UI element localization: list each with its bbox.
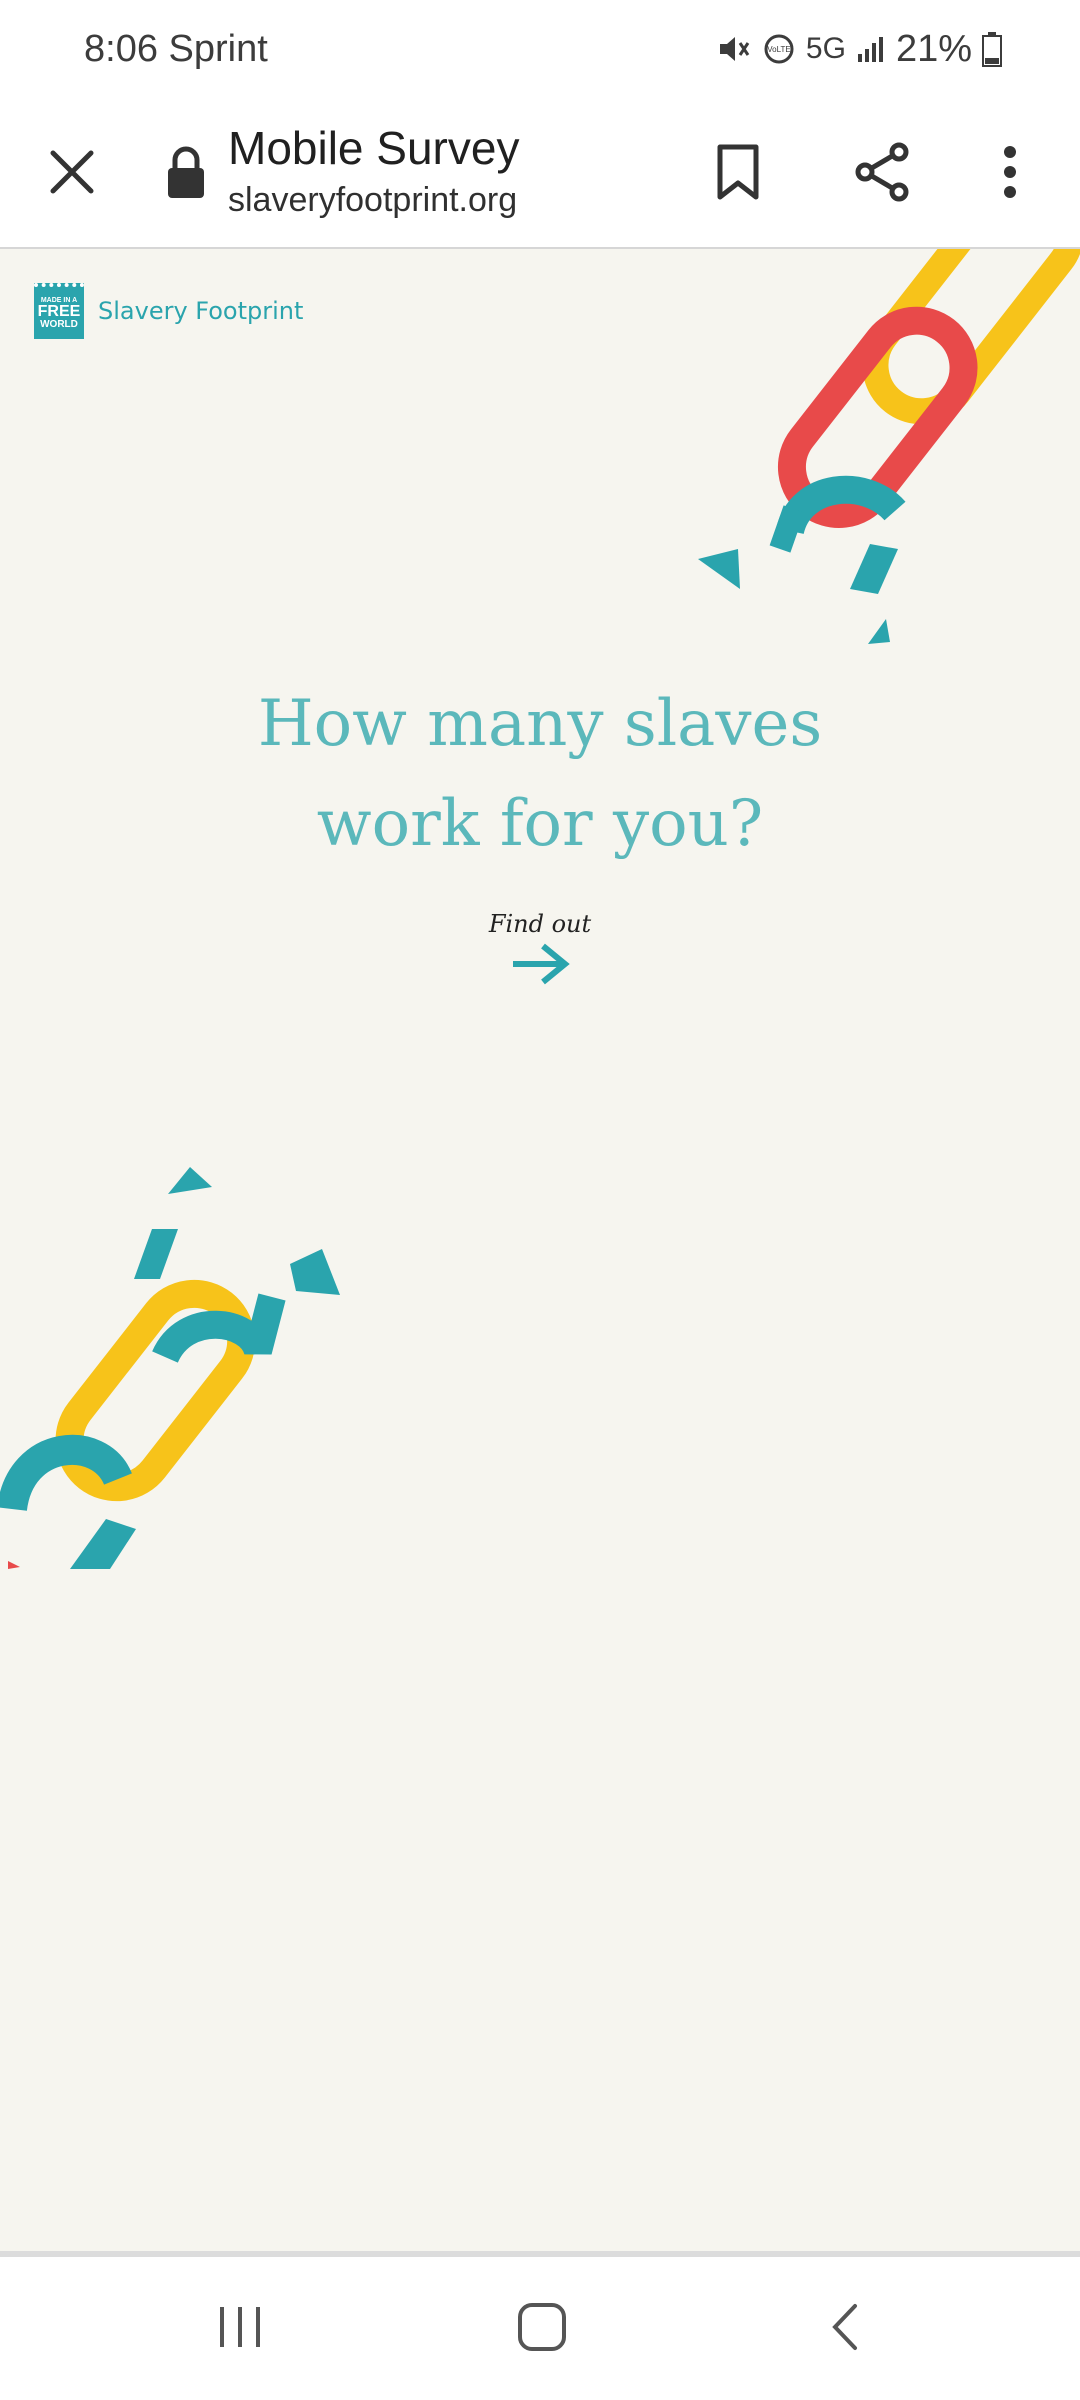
battery-icon [982,32,1002,67]
status-bar: 8:06 Sprint VoLTE 5G 21% [0,0,1080,105]
headline: How many slaves work for you? [190,674,890,874]
arrow-right-icon [512,943,570,985]
broken-chain-illustration-top [698,249,1080,644]
home-button[interactable] [492,2287,592,2367]
network-type: 5G [805,32,846,65]
status-indicators: VoLTE 5G 21% [716,24,1002,74]
more-vert-icon [1004,146,1016,198]
battery-percent: 21% [895,27,972,70]
share-button[interactable] [842,132,922,212]
find-out-button[interactable]: Find out [489,910,591,986]
browser-toolbar: Mobile Survey slaveryfootprint.org [0,105,1080,249]
lock-icon [168,146,204,198]
find-out-label: Find out [488,910,592,938]
badge-line-2: FREE [37,302,81,320]
back-button[interactable] [795,2287,895,2367]
signal-icon [857,37,883,62]
close-icon [50,150,94,194]
svg-text:VoLTE: VoLTE [767,45,790,54]
share-icon [855,142,909,202]
page-url: slaveryfootprint.org [228,181,518,219]
recent-apps-button[interactable] [190,2287,290,2367]
bookmark-icon [717,144,759,200]
volte-icon: VoLTE [764,34,794,64]
slavery-footprint-logo[interactable]: MADE IN A FREE WORLD Slavery Footprint [34,283,303,339]
page-info[interactable]: Mobile Survey slaveryfootprint.org [228,115,658,220]
badge-line-3: WORLD [40,318,78,330]
home-icon [518,2303,566,2351]
broken-chain-illustration-bottom [0,1167,340,1569]
web-content: MADE IN A FREE WORLD Slavery Footprint H… [0,249,1080,2251]
headline-line-1: How many slaves [257,687,823,761]
more-menu-button[interactable] [970,132,1050,212]
back-icon [832,2304,857,2350]
mute-icon [719,37,750,61]
bookmark-button[interactable] [698,132,778,212]
made-in-free-world-badge: MADE IN A FREE WORLD [34,283,84,339]
page-title: Mobile Survey [228,122,520,174]
hero-section: How many slaves work for you? Find out [0,674,1080,986]
recent-apps-icon [220,2307,260,2347]
logo-text: Slavery Footprint [98,297,304,325]
system-navigation-bar [0,2257,1080,2400]
status-time-carrier: 8:06 Sprint [84,28,268,70]
close-button[interactable] [32,132,112,212]
headline-line-2: work for you? [316,787,764,861]
